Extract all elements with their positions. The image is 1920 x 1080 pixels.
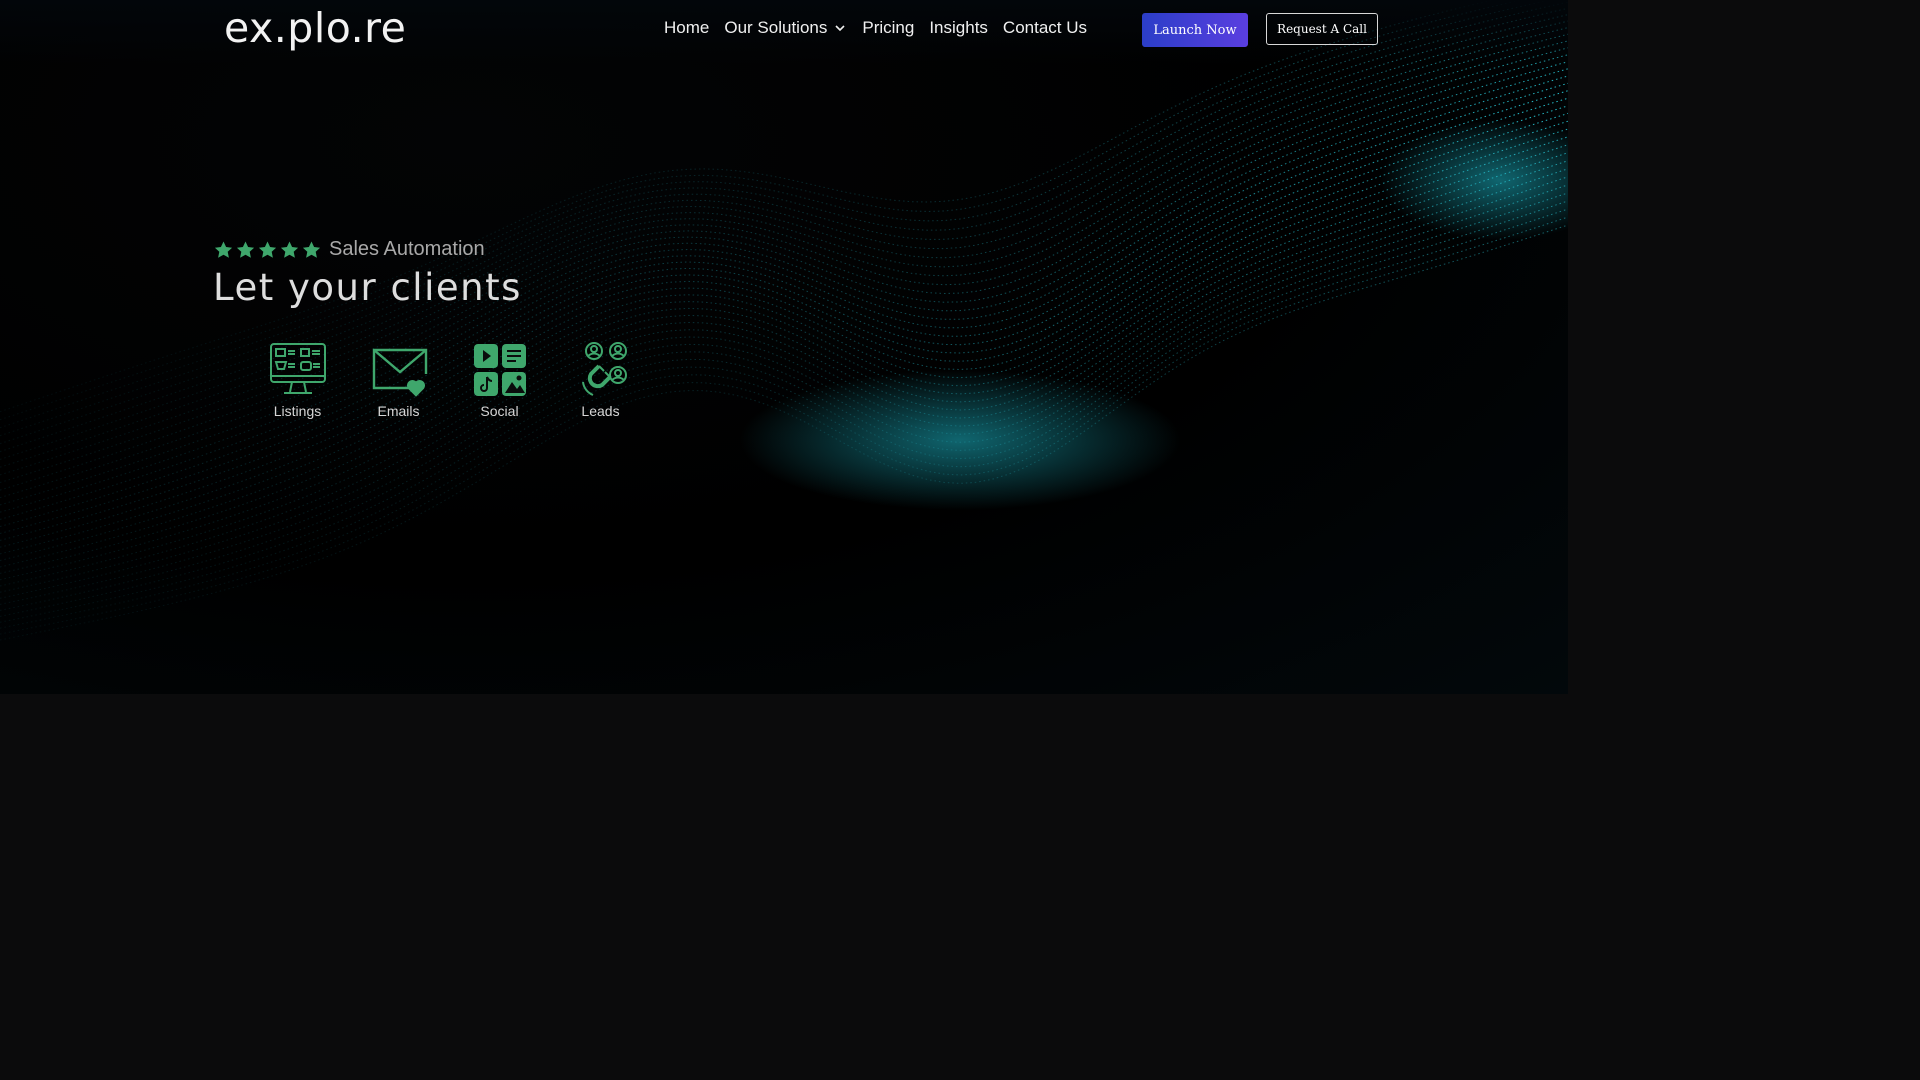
hero-headline: Let your clients — [213, 266, 522, 309]
lower-section — [0, 694, 1568, 882]
wave-line — [0, 152, 1568, 587]
feature-emails[interactable]: Emails — [348, 340, 449, 419]
nav-our-solutions[interactable]: Our Solutions — [724, 18, 847, 38]
request-call-button[interactable]: Request A Call — [1266, 13, 1378, 45]
nav-pricing[interactable]: Pricing — [862, 18, 914, 38]
feature-social[interactable]: Social — [449, 340, 550, 419]
star-icon — [236, 241, 255, 258]
social-media-icon — [473, 344, 526, 396]
wave-line — [0, 136, 1568, 574]
nav-contact-us[interactable]: Contact Us — [1003, 18, 1087, 38]
wave-line — [0, 1, 1568, 437]
wave-line — [0, 160, 1568, 593]
star-rating — [213, 240, 322, 260]
hero-section: ex.plo.re Home Our Solutions Pricing Ins… — [0, 0, 1568, 694]
feature-label: Listings — [273, 403, 322, 419]
feature-listings[interactable]: Listings — [247, 340, 348, 419]
feature-label: Emails — [377, 403, 420, 419]
particle-wave-background — [0, 0, 1568, 641]
listings-monitor-icon — [269, 343, 326, 394]
wave-line — [0, 0, 1552, 429]
feature-leads[interactable]: Leads — [550, 340, 651, 419]
wave-line — [0, 14, 1568, 453]
site-header: ex.plo.re Home Our Solutions Pricing Ins… — [0, 0, 1568, 64]
star-icon — [258, 241, 277, 258]
nav-our-solutions-label: Our Solutions — [724, 18, 828, 37]
wave-line — [0, 168, 1568, 599]
nav-insights[interactable]: Insights — [929, 18, 988, 38]
wave-line — [0, 128, 1568, 568]
feature-list: Listings Emails Social Leads — [247, 340, 651, 419]
rating-row: Sales Automation — [213, 238, 485, 261]
star-icon — [280, 241, 299, 258]
logo[interactable]: ex.plo.re — [224, 4, 406, 52]
feature-label: Leads — [581, 403, 620, 419]
star-icon — [214, 241, 233, 258]
launch-now-button[interactable]: Launch Now — [1142, 13, 1248, 47]
wave-line — [0, 120, 1568, 561]
feature-label: Social — [480, 403, 519, 419]
chevron-down-icon — [835, 25, 845, 32]
main-nav: Home Our Solutions Pricing Insights Cont… — [664, 18, 1102, 38]
lead-magnet-icon — [581, 342, 627, 396]
tagline: Sales Automation — [329, 238, 485, 260]
email-heart-icon — [372, 348, 427, 397]
wave-line — [0, 144, 1568, 581]
wave-line — [0, 7, 1568, 445]
nav-home[interactable]: Home — [664, 18, 709, 38]
star-icon — [302, 241, 321, 258]
